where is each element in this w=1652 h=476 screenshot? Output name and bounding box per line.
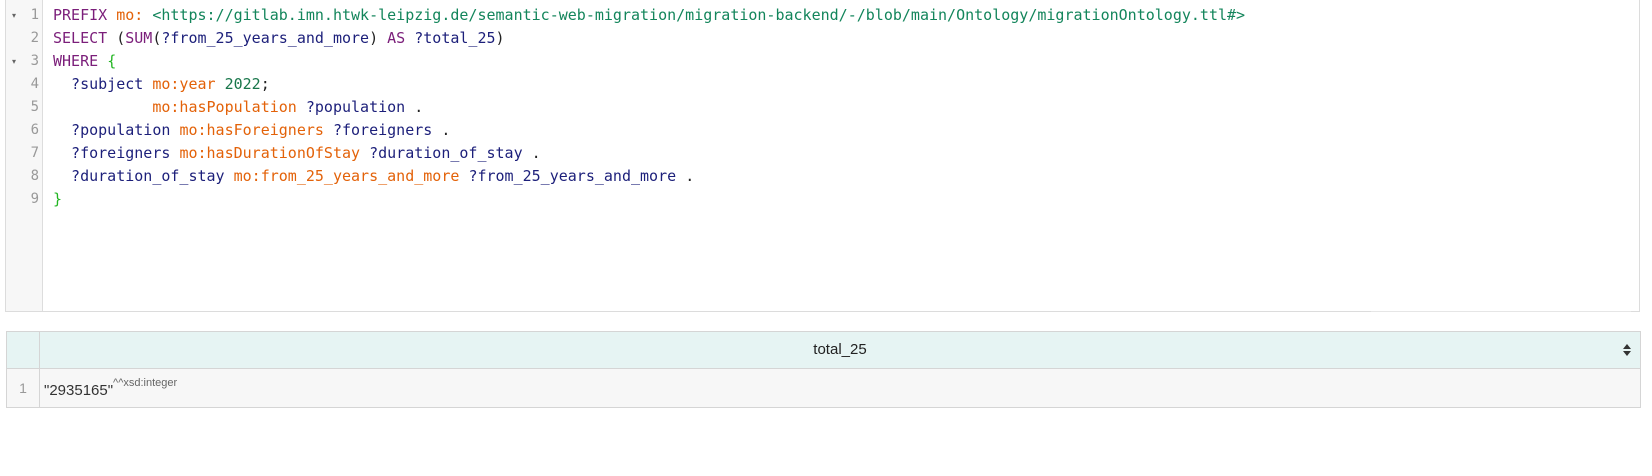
line-number: 9	[30, 191, 39, 207]
query-editor[interactable]: 1 ▾ 2 3 ▾ 4 5 6 7 8 9 PREFIX mo: <https://gitlab.i…	[5, 0, 1640, 312]
code-token: SUM	[125, 29, 153, 47]
query-code[interactable]: PREFIX mo: <https://gitlab.imn.htwk-leip…	[53, 4, 1245, 211]
code-token: mo:from_25_years_and_more	[233, 167, 469, 185]
code-token: mo:year	[152, 75, 225, 93]
line-number: 2	[30, 30, 39, 46]
line-number: 7	[30, 145, 39, 161]
code-token: <https://gitlab.imn.htwk-leipzig.de/sema…	[152, 6, 1246, 24]
code-token: (	[116, 29, 126, 47]
code-line: }	[53, 188, 1245, 211]
line-number: 6	[30, 122, 39, 138]
code-token: ?population	[305, 98, 415, 116]
code-token: ;	[260, 75, 270, 93]
code-token: ?duration_of_stay	[53, 167, 234, 185]
line-number: 3	[30, 53, 39, 69]
editor-resize-handle[interactable]	[1371, 311, 1631, 312]
fold-toggle-icon[interactable]: ▾	[12, 50, 16, 73]
code-line: ?population mo:hasForeigners ?foreigners…	[53, 119, 1245, 142]
code-token: ?foreigners	[53, 144, 180, 162]
line-number: 4	[30, 76, 39, 92]
code-token: ?subject	[53, 75, 153, 93]
code-token: ?total_25	[414, 29, 496, 47]
code-token: )	[495, 29, 505, 47]
code-line: ?foreigners mo:hasDurationOfStay ?durati…	[53, 142, 1245, 165]
code-token: mo:hasDurationOfStay	[179, 144, 370, 162]
column-header-total-25[interactable]: total_25	[40, 332, 1640, 368]
code-token: 2022	[224, 75, 261, 93]
code-token: ?foreigners	[332, 121, 442, 139]
code-token: ?from_25_years_and_more	[468, 167, 686, 185]
results-table: total_25 1 "2935165"^^xsd:integer	[6, 331, 1641, 408]
fold-toggle-icon[interactable]: ▾	[12, 4, 16, 27]
code-token: ?from_25_years_and_more	[161, 29, 370, 47]
table-row: 1 "2935165"^^xsd:integer	[7, 369, 1640, 407]
line-number: 1	[30, 7, 39, 23]
result-value: "2935165"	[44, 382, 114, 399]
code-token: }	[53, 190, 63, 208]
line-number: 5	[30, 99, 39, 115]
code-line: PREFIX mo: <https://gitlab.imn.htwk-leip…	[53, 4, 1245, 27]
code-token: PREFIX	[53, 6, 117, 24]
code-line: WHERE {	[53, 50, 1245, 73]
code-token: AS	[387, 29, 415, 47]
code-token: mo:	[116, 6, 153, 24]
row-number: 1	[7, 369, 40, 407]
line-number-gutter: 1 ▾ 2 3 ▾ 4 5 6 7 8 9	[6, 0, 43, 311]
code-line: ?subject mo:year 2022;	[53, 73, 1245, 96]
code-token: mo:hasForeigners	[179, 121, 333, 139]
code-line: ?duration_of_stay mo:from_25_years_and_m…	[53, 165, 1245, 188]
line-number: 8	[30, 168, 39, 184]
code-token: .	[531, 144, 541, 162]
code-token: .	[414, 98, 424, 116]
result-datatype: ^^xsd:integer	[113, 377, 178, 389]
code-line: SELECT (SUM(?from_25_years_and_more) AS …	[53, 27, 1245, 50]
code-token: .	[685, 167, 695, 185]
code-token: ?population	[53, 121, 180, 139]
code-token: SELECT	[53, 29, 117, 47]
row-index-header	[7, 332, 40, 368]
code-token: {	[107, 52, 117, 70]
code-token: ?duration_of_stay	[369, 144, 532, 162]
code-line: mo:hasPopulation ?population .	[53, 96, 1245, 119]
code-token: .	[441, 121, 451, 139]
result-cell[interactable]: "2935165"^^xsd:integer	[44, 377, 177, 399]
code-token: mo:hasPopulation	[53, 98, 306, 116]
results-header: total_25	[7, 332, 1640, 369]
code-token: )	[369, 29, 388, 47]
sort-icon[interactable]	[1622, 343, 1632, 357]
code-token: WHERE	[53, 52, 108, 70]
